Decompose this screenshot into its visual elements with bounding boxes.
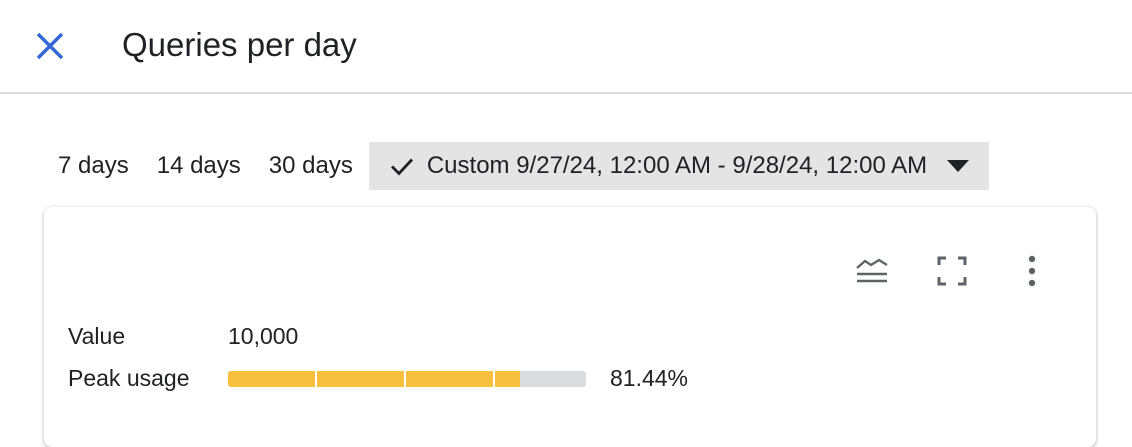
range-option-14-days[interactable]: 14 days xyxy=(143,142,255,190)
peak-usage-percent: 81.44% xyxy=(610,365,689,391)
dialog-header: Queries per day xyxy=(0,0,1132,94)
peak-usage-bar xyxy=(228,371,586,387)
bar-segment-divider xyxy=(493,371,495,387)
custom-range-label: Custom 9/27/24, 12:00 AM - 9/28/24, 12:0… xyxy=(426,152,928,179)
bar-segment-divider xyxy=(404,371,406,387)
fullscreen-button[interactable] xyxy=(932,251,972,291)
more-options-button[interactable] xyxy=(1012,251,1052,291)
range-option-30-days[interactable]: 30 days xyxy=(255,142,367,190)
range-option-custom[interactable]: Custom 9/27/24, 12:00 AM - 9/28/24, 12:0… xyxy=(368,142,990,190)
close-button[interactable] xyxy=(30,26,70,66)
peak-usage-label: Peak usage xyxy=(68,365,190,391)
chart-legend-button[interactable] xyxy=(852,251,892,291)
value-label: Value xyxy=(68,323,126,349)
bar-segment-divider xyxy=(315,371,317,387)
check-icon xyxy=(390,158,413,176)
more-vert-icon xyxy=(1028,255,1036,287)
chart-legend-icon xyxy=(856,258,888,283)
range-option-7-days[interactable]: 7 days xyxy=(44,142,143,190)
time-range-selector: 7 days 14 days 30 days Custom 9/27/24, 1… xyxy=(44,142,990,190)
page-title: Queries per day xyxy=(122,26,357,63)
peak-usage-bar-fill xyxy=(228,371,520,387)
metric-card: Value 10,000 Peak usage 81.44% xyxy=(44,207,1096,447)
fullscreen-icon xyxy=(937,256,967,286)
arrow-drop-down-icon xyxy=(947,160,970,172)
close-icon xyxy=(36,32,64,60)
value-amount: 10,000 xyxy=(228,323,299,349)
